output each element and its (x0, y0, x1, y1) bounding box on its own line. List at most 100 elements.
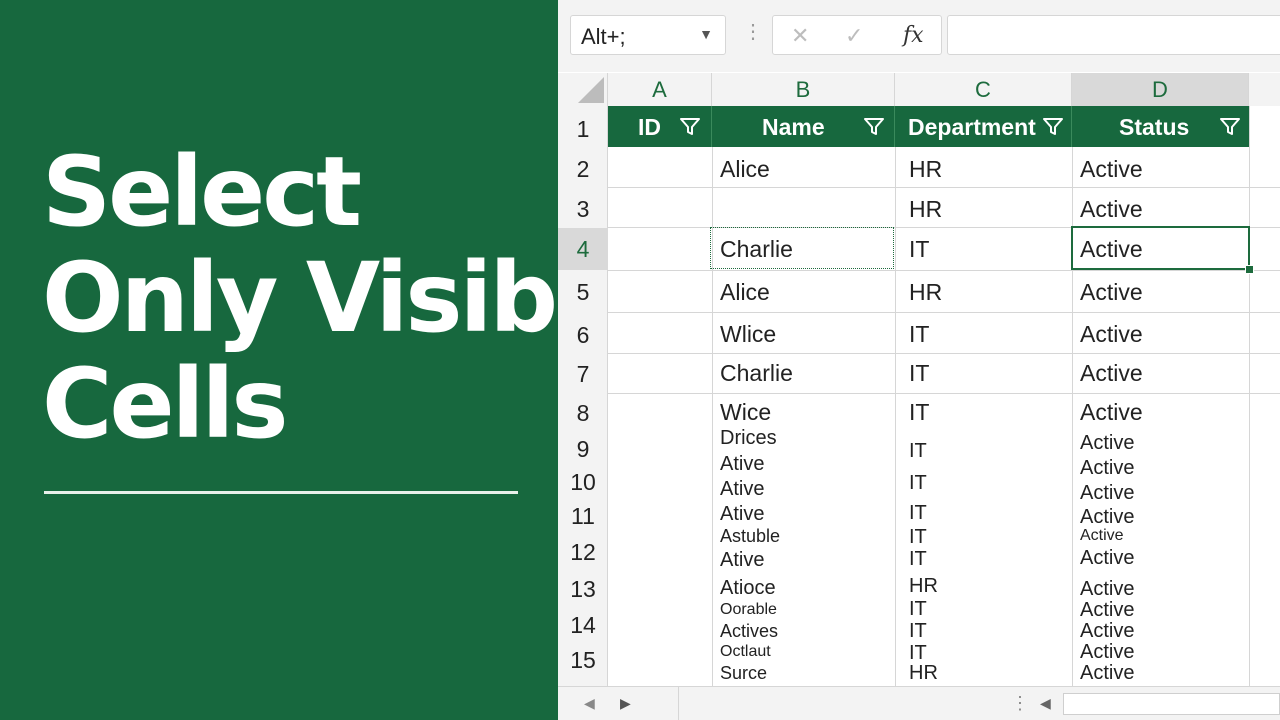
list-item[interactable]: IT (909, 599, 927, 619)
list-item[interactable]: Active (1080, 528, 1124, 544)
column-header-a[interactable]: A (608, 73, 712, 106)
cell-b6[interactable]: Wlice (720, 323, 776, 346)
list-item[interactable]: IT (909, 473, 927, 493)
row-header-2[interactable]: 2 (558, 158, 608, 181)
list-item[interactable]: Atioce (720, 578, 776, 598)
header-label-name: Name (762, 114, 825, 140)
cell-d8[interactable]: Active (1080, 401, 1143, 424)
filter-icon[interactable] (1220, 118, 1240, 136)
list-item[interactable]: Active (1080, 548, 1134, 568)
grip-dots-icon[interactable]: ⋮ (743, 22, 763, 42)
row-header-10[interactable]: 10 (558, 471, 608, 494)
list-item[interactable]: IT (909, 549, 927, 569)
cell-c6[interactable]: IT (909, 323, 929, 346)
row-header-12[interactable]: 12 (558, 541, 608, 564)
title-line-2: Only Visible (42, 242, 650, 354)
list-item[interactable]: Active (1080, 579, 1134, 599)
list-item[interactable]: Ative (720, 479, 764, 499)
list-item[interactable]: HR (909, 576, 938, 596)
header-cell-department[interactable]: Department (895, 106, 1072, 147)
list-item[interactable]: Actives (720, 622, 778, 640)
scroll-right-icon[interactable]: ▶ (620, 695, 631, 712)
horizontal-scrollbar[interactable] (1063, 693, 1280, 715)
row-header-6[interactable]: 6 (558, 324, 608, 347)
cell-c7[interactable]: IT (909, 362, 929, 385)
cell-b8[interactable]: Wice (720, 401, 771, 424)
cell-c8[interactable]: IT (909, 401, 929, 424)
sheet-tab-bar: ◀ ▶ ⋮ ◀ (558, 686, 1280, 720)
list-item[interactable]: Oorable (720, 602, 777, 618)
list-item[interactable]: Active (1080, 458, 1134, 478)
cell-d7[interactable]: Active (1080, 362, 1143, 385)
row-header-14[interactable]: 14 (558, 614, 608, 637)
cell-c2[interactable]: HR (909, 158, 942, 181)
fill-handle[interactable] (1245, 265, 1254, 274)
enter-check-icon[interactable]: ✓ (845, 23, 863, 49)
column-header-e[interactable] (1249, 73, 1280, 106)
insert-function-icon[interactable]: fx (903, 23, 924, 48)
list-item[interactable]: Drices (720, 428, 777, 448)
row-headers: 1 2 3 4 5 6 7 8 9 10 11 12 13 14 15 16 (558, 106, 608, 686)
row-header-7[interactable]: 7 (558, 363, 608, 386)
list-item[interactable]: Surce (720, 664, 767, 682)
row-header-3[interactable]: 3 (558, 198, 608, 221)
header-cell-name[interactable]: Name (712, 106, 895, 147)
cancel-icon[interactable]: ✕ (791, 23, 809, 49)
cell-b7[interactable]: Charlie (720, 362, 793, 385)
cell-d6[interactable]: Active (1080, 323, 1143, 346)
list-item[interactable]: HR (909, 663, 938, 683)
name-box[interactable]: Alt+; ▼ (570, 15, 726, 55)
column-header-c[interactable]: C (895, 73, 1072, 106)
filter-icon[interactable] (864, 118, 884, 136)
row-header-13[interactable]: 13 (558, 578, 608, 601)
column-header-b[interactable]: B (712, 73, 895, 106)
list-item[interactable]: IT (909, 503, 927, 523)
row-header-5[interactable]: 5 (558, 281, 608, 304)
list-item[interactable]: Active (1080, 642, 1134, 662)
list-item[interactable]: IT (909, 621, 927, 641)
row-header-9[interactable]: 9 (558, 438, 608, 461)
name-box-value: Alt+; (581, 24, 626, 49)
cell-c5[interactable]: HR (909, 281, 942, 304)
list-item[interactable]: Active (1080, 507, 1134, 527)
filter-icon[interactable] (1043, 118, 1063, 136)
cell-d3[interactable]: Active (1080, 198, 1143, 221)
list-item[interactable]: Astuble (720, 527, 780, 545)
list-item[interactable]: Active (1080, 433, 1134, 453)
list-item[interactable]: Active (1080, 621, 1134, 641)
cell-d5[interactable]: Active (1080, 281, 1143, 304)
active-cell-selection[interactable] (1071, 226, 1250, 270)
header-cell-status[interactable]: Status (1072, 106, 1249, 147)
list-item[interactable]: Ative (720, 454, 764, 474)
row-header-15[interactable]: 15 (558, 649, 608, 672)
row-header-4[interactable]: 4 (558, 228, 608, 270)
cell-c3[interactable]: HR (909, 198, 942, 221)
header-cell-id[interactable]: ID (608, 106, 712, 147)
formula-input[interactable] (947, 15, 1280, 55)
cell-d2[interactable]: Active (1080, 158, 1143, 181)
list-item[interactable]: Ative (720, 504, 764, 524)
cell-b2[interactable]: Alice (720, 158, 770, 181)
list-item[interactable]: Octlaut (720, 644, 771, 660)
list-item[interactable]: Active (1080, 483, 1134, 503)
select-all-corner[interactable] (558, 73, 608, 106)
list-item[interactable]: Ative (720, 550, 764, 570)
list-item[interactable]: Active (1080, 600, 1134, 620)
row-header-8[interactable]: 8 (558, 402, 608, 425)
list-item[interactable]: IT (909, 643, 927, 663)
grip-dots-icon[interactable]: ⋮ (1011, 693, 1029, 714)
list-item[interactable]: Active (1080, 663, 1134, 683)
row-header-11[interactable]: 11 (558, 505, 608, 528)
cell-b5[interactable]: Alice (720, 281, 770, 304)
cell-c4[interactable]: IT (909, 238, 929, 261)
row-header-1[interactable]: 1 (558, 118, 608, 141)
filter-icon[interactable] (680, 118, 700, 136)
chevron-left-icon[interactable]: ◀ (1040, 695, 1051, 712)
chevron-down-icon[interactable]: ▼ (699, 26, 713, 42)
list-item[interactable]: IT (909, 441, 927, 461)
column-header-d[interactable]: D (1072, 73, 1249, 106)
select-all-triangle-icon (578, 77, 604, 103)
list-item[interactable]: IT (909, 527, 927, 547)
scroll-left-icon[interactable]: ◀ (584, 695, 595, 712)
header-label-department: Department (908, 114, 1036, 140)
